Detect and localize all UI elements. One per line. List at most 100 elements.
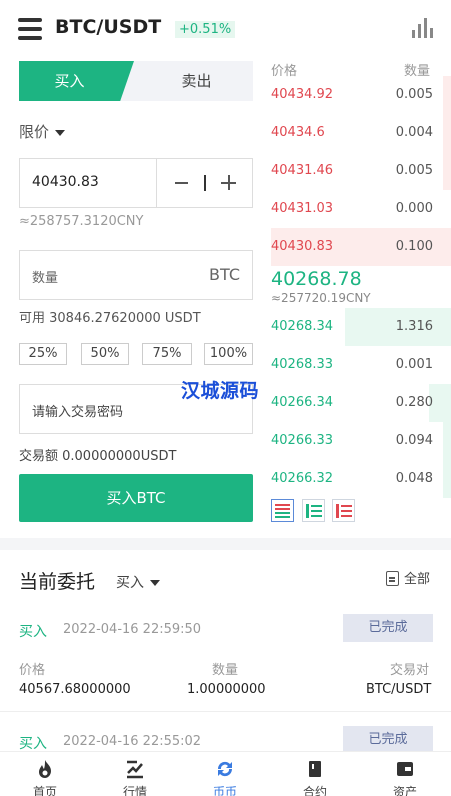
header: BTC/USDT +0.51% [0,0,451,60]
caret-down-icon [55,129,66,136]
bid-qty: 0.001 [395,357,433,372]
bid-row[interactable]: 40268.33 0.001 [271,346,451,384]
last-price-cny: ≈257720.19CNY [271,291,371,305]
all-orders-label: 全部 [404,572,431,587]
nav-home[interactable]: 首页 [0,752,90,796]
depth-mode-bids-icon[interactable] [302,499,325,522]
qty-label: 数量 [212,663,239,678]
trade-amount: 交易额 0.00000000USDT [19,449,177,464]
order-status-button[interactable]: 已完成 [343,614,433,642]
bid-price: 40266.33 [271,433,334,448]
ask-price: 40434.6 [271,125,325,140]
depth-bar [443,422,451,460]
last-price: 40268.78 [271,268,362,290]
nav-label: 币币 [212,785,237,796]
price-value: 40430.83 [32,174,99,190]
bid-row[interactable]: 40266.32 0.048 [271,460,451,498]
cursor-divider [204,175,206,191]
minus-icon[interactable] [175,182,188,184]
section-divider [0,538,451,550]
price-label: 价格 [19,663,46,678]
kline-chart-icon[interactable] [410,18,433,38]
percent-50-button[interactable]: 50% [81,343,129,365]
order-price: 40567.68000000 [19,682,131,697]
tab-buy[interactable]: 买入 [19,61,134,101]
order-qty: 1.00000000 [187,682,266,697]
bid-qty: 0.280 [395,395,433,410]
ask-row[interactable]: 40430.83 0.100 [271,228,451,266]
order-time: 2022-04-16 22:59:50 [63,622,202,637]
depth-bar [443,76,451,114]
order-type-select[interactable]: 限价 [19,121,66,142]
caret-down-icon [150,580,160,586]
orders-filter-select[interactable]: 买入 [116,572,160,592]
pair-label: 交易对 [390,663,430,678]
nav-label: 合约 [302,785,327,796]
order-time: 2022-04-16 22:55:02 [63,734,202,749]
quantity-input[interactable]: 数量 BTC [19,250,253,300]
divider [0,711,451,712]
wallet-icon [397,762,413,776]
nav-label: 资产 [392,785,417,796]
ask-qty: 0.004 [395,125,433,140]
ask-price: 40431.03 [271,201,334,216]
nav-label: 行情 [122,785,147,796]
ask-qty: 0.100 [395,239,433,254]
order-pair: BTC/USDT [366,682,432,697]
nav-exchange[interactable]: 币币 [180,752,270,796]
depth-bar [443,114,451,152]
nav-market[interactable]: 行情 [90,752,180,796]
bid-price: 40266.32 [271,471,334,486]
depth-bar [443,152,451,190]
document-icon [386,571,399,586]
available-balance: 可用 30846.27620000 USDT [19,311,201,326]
tab-sell[interactable]: 卖出 [136,61,253,101]
pair-title[interactable]: BTC/USDT [55,16,161,38]
watermark: 汉城源码 [181,380,260,402]
ask-qty: 0.005 [395,87,433,102]
ask-qty: 0.005 [395,163,433,178]
fire-icon [39,760,51,778]
percent-75-button[interactable]: 75% [142,343,192,365]
price-input[interactable]: 40430.83 [19,158,253,208]
ask-price: 40431.46 [271,163,334,178]
ask-row[interactable]: 40431.46 0.005 [271,152,451,190]
depth-bar [443,460,451,498]
exchange-icon [217,761,233,777]
ask-price: 40430.83 [271,239,334,254]
nav-assets[interactable]: 资产 [360,752,450,796]
depth-mode-all-icon[interactable] [271,499,294,522]
bid-qty: 0.094 [395,433,433,448]
buy-button[interactable]: 买入BTC [19,474,253,522]
bid-qty: 0.048 [395,471,433,486]
quantity-unit: BTC [209,265,240,284]
ask-row[interactable]: 40434.92 0.005 [271,76,451,114]
ask-row[interactable]: 40434.6 0.004 [271,114,451,152]
all-orders-link[interactable]: 全部 [386,568,430,587]
bid-row[interactable]: 40266.34 0.280 [271,384,451,422]
order-status-button[interactable]: 已完成 [343,726,433,754]
order-side: 买入 [19,736,47,752]
bid-row[interactable]: 40266.33 0.094 [271,422,451,460]
change-badge: +0.51% [175,21,236,38]
depth-mode-asks-icon[interactable] [332,499,355,522]
bid-price: 40266.34 [271,395,334,410]
percent-100-button[interactable]: 100% [204,343,253,365]
password-placeholder: 请输入交易密码 [32,405,124,420]
contract-icon [309,761,321,777]
current-orders-title: 当前委托 [19,571,96,593]
nav-contract[interactable]: 合约 [270,752,360,796]
price-cny: ≈258757.3120CNY [19,214,144,229]
buy-sell-tabs: 买入 卖出 [19,61,253,101]
menu-icon[interactable] [18,18,42,40]
percent-25-button[interactable]: 25% [19,343,67,365]
bid-price: 40268.33 [271,357,334,372]
ask-qty: 0.000 [395,201,433,216]
order-side: 买入 [19,624,47,640]
trend-icon [127,760,143,779]
bid-qty: 1.316 [395,319,433,334]
bottom-nav: 首页 行情 币币 合约 资产 [0,751,451,796]
plus-icon-vertical [228,175,230,190]
bid-row[interactable]: 40268.34 1.316 [271,308,451,346]
ask-row[interactable]: 40431.03 0.000 [271,190,451,228]
